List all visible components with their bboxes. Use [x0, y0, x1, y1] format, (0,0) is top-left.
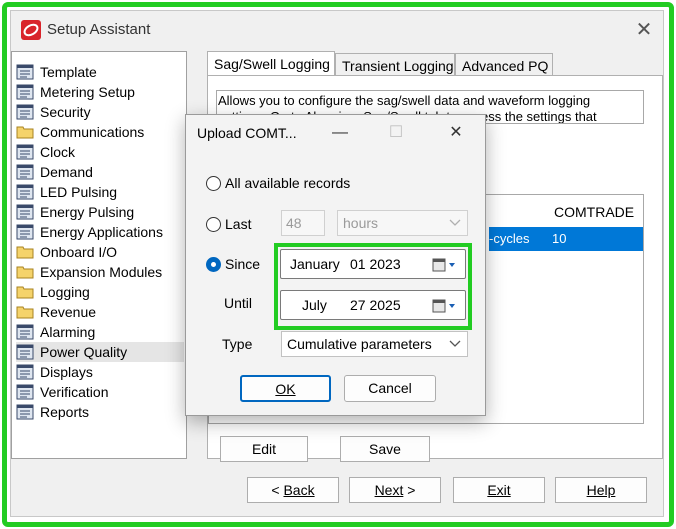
screenshot-highlight-frame: [2, 2, 674, 527]
